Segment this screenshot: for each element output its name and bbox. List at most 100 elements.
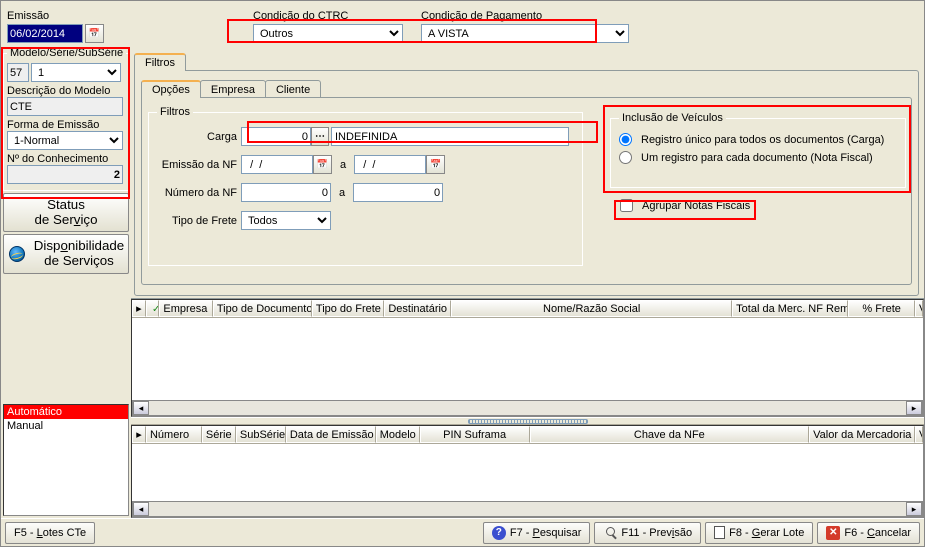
tab-cliente[interactable]: Cliente xyxy=(265,80,321,98)
forma-emissao-select[interactable]: 1-Normal xyxy=(7,131,123,150)
scroll-right-icon[interactable]: ▸ xyxy=(906,502,922,516)
grid2-col-data[interactable]: Data de Emissão xyxy=(286,426,376,443)
emissao-nf-de-calendar[interactable]: 📅 xyxy=(313,155,332,174)
scroll-right-icon[interactable]: ▸ xyxy=(906,401,922,415)
f5-lotes-button[interactable]: F5 - Lotes CTe xyxy=(5,522,95,544)
f11-label: F11 - Previsão xyxy=(621,527,692,539)
f6-cancelar-button[interactable]: ✕ F6 - Cancelar xyxy=(817,522,920,544)
grid2-col-modelo[interactable]: Modelo xyxy=(376,426,420,443)
grid2-col-valormerc[interactable]: Valor da Mercadoria xyxy=(809,426,915,443)
calendar-icon: 📅 xyxy=(430,159,441,170)
grid2-col-chave[interactable]: Chave da NFe xyxy=(530,426,810,443)
status-servico-button[interactable]: Statusde Serviço xyxy=(3,193,129,232)
grid1-col-check[interactable] xyxy=(146,300,160,317)
filtros-legend: Filtros xyxy=(157,106,193,118)
grid1-body[interactable] xyxy=(132,318,923,400)
cond-ctrc-select[interactable]: Outros xyxy=(253,24,403,43)
search-icon xyxy=(603,526,617,540)
a-label-1: a xyxy=(332,159,354,171)
serie-select[interactable]: 1 xyxy=(31,63,121,82)
emissao-nf-ate-input[interactable] xyxy=(354,155,426,174)
ie-icon xyxy=(9,246,25,262)
grid1-col-nome[interactable]: Nome/Razão Social xyxy=(451,300,732,317)
grid2-body[interactable] xyxy=(132,444,923,501)
carga-desc: INDEFINIDA xyxy=(331,127,569,146)
grid1-col-pfrete[interactable]: % Frete xyxy=(848,300,915,317)
grid2-hscroll[interactable]: ◂ ▸ xyxy=(132,501,923,517)
tab-filtros-outer[interactable]: Filtros xyxy=(134,53,186,71)
grid2-col-pin[interactable]: PIN Suframa xyxy=(420,426,530,443)
f7-pesquisar-button[interactable]: ? F7 - Pesquisar xyxy=(483,522,591,544)
grid1-col-empresa[interactable]: Empresa xyxy=(159,300,213,317)
grid1-col-tipodoc[interactable]: Tipo de Documento xyxy=(213,300,312,317)
scroll-left-icon[interactable]: ◂ xyxy=(133,502,149,516)
carga-input[interactable] xyxy=(241,127,311,146)
list-item-automatico[interactable]: Automático xyxy=(4,405,128,419)
emissao-nf-de-input[interactable] xyxy=(241,155,313,174)
grid1-hscroll[interactable]: ◂ ▸ xyxy=(132,400,923,416)
calendar-icon: 📅 xyxy=(89,28,100,39)
inclusao-veic-legend: Inclusão de Veículos xyxy=(619,112,726,124)
tab-empresa[interactable]: Empresa xyxy=(200,80,266,98)
grid1-col-tipofrete[interactable]: Tipo do Frete xyxy=(312,300,384,317)
tipo-frete-select[interactable]: Todos xyxy=(241,211,331,230)
calendar-icon: 📅 xyxy=(317,159,328,170)
ellipsis-icon: ⋯ xyxy=(315,131,325,142)
agrupar-nf-checkbox[interactable] xyxy=(620,199,633,212)
descr-modelo-input xyxy=(7,97,123,116)
scroll-left-icon[interactable]: ◂ xyxy=(133,401,149,415)
disp-servicos-button[interactable]: Disponibilidadede Serviços xyxy=(3,234,129,273)
status-servico-label: Statusde Serviço xyxy=(35,198,98,227)
emissao-nf-label: Emissão da NF xyxy=(157,159,241,171)
carga-label: Carga xyxy=(157,131,241,143)
grid2-col-serie[interactable]: Série xyxy=(202,426,236,443)
radio-registro-cada[interactable] xyxy=(619,151,632,164)
emissao-nf-ate-calendar[interactable]: 📅 xyxy=(426,155,445,174)
close-icon: ✕ xyxy=(826,526,840,540)
help-icon: ? xyxy=(492,526,506,540)
num-conhec-input xyxy=(7,165,123,184)
numero-nf-de-input[interactable] xyxy=(241,183,331,202)
list-item-manual[interactable]: Manual xyxy=(4,419,128,433)
grid1-col-valor[interactable]: Valor d xyxy=(915,300,923,317)
document-icon xyxy=(714,526,725,539)
modelo-legend: Modelo/Série/SubSérie xyxy=(7,47,126,59)
num-conhec-label: Nº do Conhecimento xyxy=(7,153,108,165)
grid1-col-total[interactable]: Total da Merc. NF Rem. xyxy=(732,300,848,317)
f6-label: F6 - Cancelar xyxy=(844,527,911,539)
numero-nf-ate-input[interactable] xyxy=(353,183,443,202)
f7-label: F7 - Pesquisar xyxy=(510,527,582,539)
carga-lookup-button[interactable]: ⋯ xyxy=(311,127,329,146)
splitter-handle[interactable] xyxy=(131,417,924,425)
radio-registro-unico[interactable] xyxy=(619,133,632,146)
f11-previsao-button[interactable]: F11 - Previsão xyxy=(594,522,701,544)
radio-registro-cada-label: Um registro para cada documento (Nota Fi… xyxy=(641,152,873,164)
grid2-col-marker[interactable]: ▸ xyxy=(132,426,146,443)
descr-modelo-label: Descrição do Modelo xyxy=(7,85,110,97)
f5-label: F5 - Lotes CTe xyxy=(14,527,86,539)
emissao-label: Emissão xyxy=(7,10,119,22)
agrupar-nf-label: Agrupar Notas Fiscais xyxy=(642,200,750,212)
modelo-input xyxy=(7,63,29,82)
grid1-header: ▸ Empresa Tipo de Documento Tipo do Fret… xyxy=(132,300,923,318)
cond-pagamento-label: Condição de Pagamento xyxy=(421,10,637,22)
f8-label: F8 - Gerar Lote xyxy=(729,527,804,539)
disp-servicos-label: Disponibilidadede Serviços xyxy=(30,239,128,268)
grid1-col-marker[interactable]: ▸ xyxy=(132,300,146,317)
grid2-col-subserie[interactable]: SubSérie xyxy=(236,426,286,443)
emissao-input[interactable] xyxy=(7,24,83,43)
f8-gerarlote-button[interactable]: F8 - Gerar Lote xyxy=(705,522,813,544)
radio-registro-unico-label: Registro único para todos os documentos … xyxy=(641,134,884,146)
forma-emissao-label: Forma de Emissão xyxy=(7,119,99,131)
grip-icon xyxy=(468,419,588,424)
cond-ctrc-label: Condição do CTRC xyxy=(253,10,411,22)
a-label-2: a xyxy=(331,187,353,199)
modo-list[interactable]: Automático Manual xyxy=(3,404,129,516)
grid1-col-dest[interactable]: Destinatário xyxy=(384,300,451,317)
grid2-col-numero[interactable]: Número xyxy=(146,426,202,443)
tipo-frete-label: Tipo de Frete xyxy=(157,215,241,227)
grid2-col-val[interactable]: Val xyxy=(915,426,923,443)
tab-opcoes[interactable]: Opções xyxy=(141,80,201,98)
emissao-calendar-button[interactable]: 📅 xyxy=(85,24,104,43)
cond-pagamento-select[interactable]: A VISTA xyxy=(421,24,629,43)
